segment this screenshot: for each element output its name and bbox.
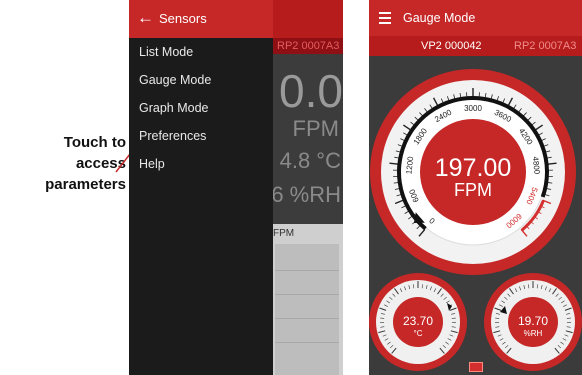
main-gauge-value: 197.00 xyxy=(435,154,511,182)
main-gauge-tick xyxy=(547,162,557,165)
main-airflow-gauge[interactable]: 0600120018002400 3000 36004200480054006000… xyxy=(370,69,576,275)
temperature-gauge-value: 23.70 xyxy=(403,314,433,328)
background-temperature: 4.8 °C xyxy=(279,148,341,173)
navigation-drawer: ← Sensors List Mode Gauge Mode Graph Mod… xyxy=(129,0,273,375)
main-gauge-unit: FPM xyxy=(454,180,492,200)
background-graph-label: FPM xyxy=(273,228,295,239)
background-graph-panel: FPM xyxy=(271,224,343,375)
right-phone-screen: Gauge Mode VP2 000042 RP2 0007A3 0 600 120… xyxy=(369,0,582,375)
menu-item-graph-mode[interactable]: Graph Mode xyxy=(139,101,208,115)
main-gauge-scale-label: 4800 xyxy=(531,156,542,175)
page-indicator[interactable] xyxy=(469,362,483,372)
graph-gridline xyxy=(275,270,339,271)
menu-item-help[interactable]: Help xyxy=(139,157,165,171)
drawer-header: ← Sensors xyxy=(129,0,273,38)
arrow-left-icon[interactable]: ← xyxy=(137,9,154,27)
main-gauge-scale-label: 1200 xyxy=(404,155,415,174)
background-graph-area xyxy=(275,244,339,375)
drawer-title: Sensors xyxy=(159,11,207,26)
humidity-gauge-unit: %RH xyxy=(524,329,543,338)
menu-item-list-mode[interactable]: List Mode xyxy=(139,45,193,59)
main-gauge-scale-label: 3000 xyxy=(464,104,482,113)
background-device-tab: RP2 0007A3 xyxy=(273,38,343,54)
background-reading-value: 0.0 xyxy=(279,65,343,117)
temperature-gauge-unit: °C xyxy=(414,329,423,338)
graph-gridline xyxy=(275,294,339,295)
background-reading-unit: FPM xyxy=(292,116,339,141)
gauges-canvas: 0600120018002400 3000 36004200480054006000… xyxy=(369,69,582,371)
background-humidity: 6 %RH xyxy=(271,182,341,207)
left-phone-screen: RP2 0007A3 0.0 FPM 4.8 °C 6 %RH FPM ← Se… xyxy=(129,0,343,375)
menu-item-preferences[interactable]: Preferences xyxy=(139,129,206,143)
graph-gridline xyxy=(275,342,339,343)
temperature-gauge[interactable]: 23.70 °C xyxy=(369,273,467,371)
menu-item-gauge-mode[interactable]: Gauge Mode xyxy=(139,73,211,87)
main-gauge-tick xyxy=(389,162,399,165)
humidity-gauge[interactable]: 19.70 %RH xyxy=(484,273,582,371)
humidity-gauge-value: 19.70 xyxy=(518,314,548,328)
graph-gridline xyxy=(275,318,339,319)
